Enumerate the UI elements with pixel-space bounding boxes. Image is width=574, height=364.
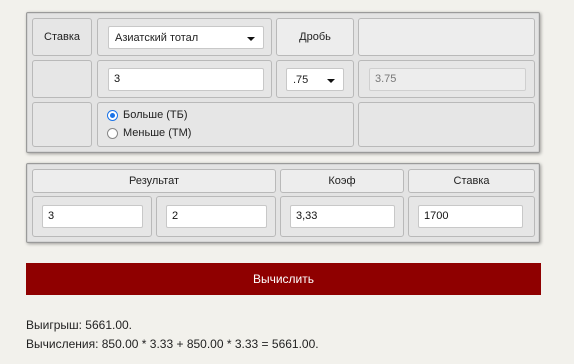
option-over[interactable]: Больше (ТБ): [107, 109, 188, 121]
coef-cell: 3,33: [280, 196, 404, 237]
calculate-button-label: Вычислить: [252, 272, 315, 286]
coef-header-label: Коэф: [328, 175, 356, 187]
radio-under[interactable]: [107, 127, 118, 139]
stake-value: 1700: [424, 210, 449, 222]
combined-total-field: 3.75: [369, 68, 526, 91]
fraction-select-cell: .75: [276, 60, 354, 98]
bet-type-value: Азиатский тотал: [115, 31, 199, 44]
result-away-cell: 2: [156, 196, 276, 237]
result-header: Результат: [32, 169, 276, 193]
bet-label-cell: Ставка: [32, 18, 92, 56]
bet-type-cell: Азиатский тотал: [97, 18, 272, 56]
empty-header-cell: [358, 18, 535, 56]
empty-label-cell-3: [32, 102, 92, 147]
over-under-cell: Больше (ТБ) Меньше (ТМ): [97, 102, 354, 147]
fraction-label-cell: Дробь: [276, 18, 354, 56]
result-home-cell: 3: [32, 196, 152, 237]
fraction-value: .75: [293, 73, 309, 86]
coef-input[interactable]: 3,33: [290, 205, 395, 228]
result-header-label: Результат: [128, 175, 180, 187]
stake-input[interactable]: 1700: [418, 205, 523, 228]
combined-total-cell: 3.75: [358, 60, 535, 98]
bet-type-select[interactable]: Азиатский тотал: [108, 26, 264, 49]
result-away-value: 2: [172, 210, 179, 222]
calculate-button[interactable]: Вычислить: [26, 263, 541, 295]
stake-cell: 1700: [408, 196, 535, 237]
total-input-value: 3: [114, 73, 121, 85]
result-panel: Результат Коэф Ставка 3 2 3,33 1700: [26, 163, 540, 243]
stake-header: Ставка: [408, 169, 535, 193]
option-under[interactable]: Меньше (ТМ): [107, 127, 191, 139]
chevron-down-icon: [247, 37, 255, 41]
total-input[interactable]: 3: [108, 68, 264, 91]
fraction-label: Дробь: [299, 31, 331, 43]
result-home-input[interactable]: 3: [42, 205, 143, 228]
radio-over[interactable]: [107, 109, 118, 121]
total-input-cell: 3: [97, 60, 272, 98]
fraction-select[interactable]: .75: [286, 68, 344, 91]
option-over-label: Больше (ТБ): [123, 109, 188, 121]
bet-settings-panel: Ставка Азиатский тотал Дробь 3 .75 3.75 …: [26, 12, 540, 153]
calculation-text: Вычисления: 850.00 * 3.33 + 850.00 * 3.3…: [26, 337, 319, 351]
coef-value: 3,33: [296, 210, 318, 222]
bet-label: Ставка: [44, 31, 80, 43]
empty-label-cell-2: [32, 60, 92, 98]
coef-header: Коэф: [280, 169, 404, 193]
winnings-text: Выигрыш: 5661.00.: [26, 318, 133, 332]
combined-total-value: 3.75: [375, 73, 397, 85]
option-under-label: Меньше (ТМ): [123, 127, 192, 139]
stake-header-label: Ставка: [453, 175, 490, 187]
chevron-down-icon: [327, 79, 335, 83]
result-home-value: 3: [48, 210, 55, 222]
empty-cell-3: [358, 102, 535, 147]
result-away-input[interactable]: 2: [166, 205, 267, 228]
